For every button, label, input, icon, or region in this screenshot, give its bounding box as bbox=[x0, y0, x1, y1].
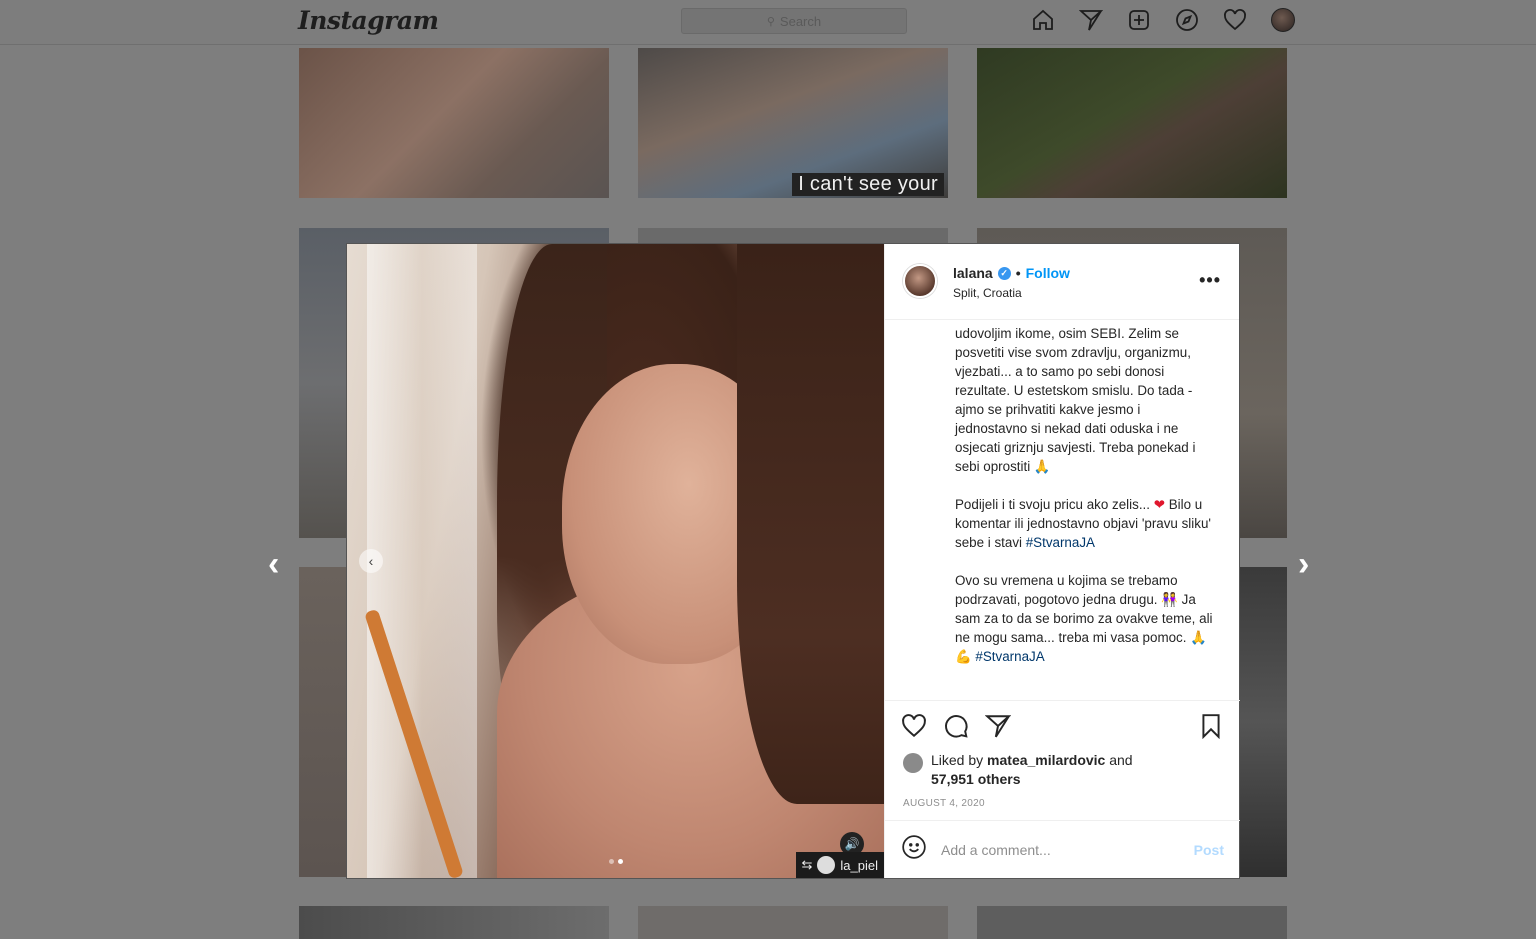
modal-prev-arrow-icon[interactable]: ‹ bbox=[268, 545, 279, 584]
instagram-logo[interactable]: Instagram bbox=[298, 6, 439, 35]
hashtag-link[interactable]: #StvarnaJA bbox=[975, 649, 1044, 664]
grid-tile[interactable] bbox=[977, 48, 1287, 198]
caption-text: Ovo su vremena u kojima se trebamo podrz… bbox=[955, 573, 1178, 607]
media-hair bbox=[737, 244, 884, 804]
home-icon[interactable] bbox=[1030, 7, 1056, 33]
grid-tile[interactable] bbox=[638, 906, 948, 939]
search-input[interactable]: ⚲ Search bbox=[681, 8, 907, 34]
carousel-dots bbox=[609, 859, 623, 864]
search-icon: ⚲ bbox=[766, 15, 775, 28]
likes-prefix: Liked by bbox=[931, 752, 984, 768]
carousel-dot-active bbox=[618, 859, 623, 864]
caption-paragraph: udovoljim ikome, osim SEBI. Zelim se pos… bbox=[955, 324, 1215, 476]
post-modal: ‹ 🔊 ⇆ la_piel lalana ✓ • Follow Split, C… bbox=[347, 244, 1240, 878]
caption-paragraph: Podijeli i ti svoju pricu ako zelis... ❤… bbox=[955, 495, 1215, 552]
new-post-icon[interactable] bbox=[1126, 7, 1152, 33]
like-heart-icon[interactable] bbox=[901, 713, 927, 744]
profile-avatar[interactable] bbox=[1270, 7, 1296, 33]
grid-tile[interactable]: I can't see your bbox=[638, 48, 948, 198]
author-avatar[interactable] bbox=[903, 264, 937, 298]
repost-icon: ⇆ bbox=[801, 857, 813, 872]
carousel-prev-icon[interactable]: ‹ bbox=[359, 549, 383, 573]
post-location[interactable]: Split, Croatia bbox=[953, 286, 1022, 300]
bookmark-icon[interactable] bbox=[1198, 713, 1224, 744]
grid-tile[interactable] bbox=[299, 48, 609, 198]
post-caption: udovoljim ikome, osim SEBI. Zelim se pos… bbox=[955, 324, 1215, 685]
grid-tile[interactable] bbox=[299, 906, 609, 939]
caption-paragraph: Ovo su vremena u kojima se trebamo podrz… bbox=[955, 571, 1215, 666]
post-media[interactable]: ‹ 🔊 ⇆ la_piel bbox=[347, 244, 884, 878]
modal-next-arrow-icon[interactable]: › bbox=[1298, 545, 1309, 584]
grid-tile[interactable] bbox=[977, 906, 1287, 939]
top-nav: Instagram ⚲ Search bbox=[0, 0, 1536, 45]
follow-button[interactable]: Follow bbox=[1026, 265, 1070, 281]
caption-text: udovoljim ikome, osim SEBI. Zelim se pos… bbox=[955, 326, 1196, 474]
more-options-icon[interactable]: ••• bbox=[1199, 270, 1221, 291]
repost-badge: ⇆ la_piel bbox=[795, 852, 884, 878]
likes-text: Liked by matea_milardovic and 57,951 oth… bbox=[931, 751, 1133, 789]
action-buttons bbox=[901, 713, 1012, 744]
activity-heart-icon[interactable] bbox=[1222, 7, 1248, 33]
post-side-panel: lalana ✓ • Follow Split, Croatia ••• udo… bbox=[884, 244, 1240, 878]
direct-icon[interactable] bbox=[1078, 7, 1104, 33]
liker-username[interactable]: matea_milardovic bbox=[987, 752, 1105, 768]
author-row: lalana ✓ • Follow bbox=[953, 265, 1070, 281]
comment-icon[interactable] bbox=[943, 713, 969, 744]
repost-avatar bbox=[817, 856, 836, 874]
post-header: lalana ✓ • Follow Split, Croatia ••• bbox=[885, 244, 1239, 320]
liker-avatar[interactable] bbox=[903, 753, 923, 773]
likes-others-count[interactable]: 57,951 others bbox=[931, 771, 1021, 787]
likes-summary: Liked by matea_milardovic and 57,951 oth… bbox=[903, 751, 1133, 789]
pray-emoji-icon: 🙏 bbox=[1033, 459, 1051, 474]
post-comment-button[interactable]: Post bbox=[1194, 842, 1224, 858]
verified-badge-icon: ✓ bbox=[997, 266, 1011, 280]
explore-icon[interactable] bbox=[1174, 7, 1200, 33]
hashtag-link[interactable]: #StvarnaJA bbox=[1026, 535, 1095, 550]
avatar bbox=[1271, 8, 1295, 32]
heart-emoji-icon: ❤ bbox=[1153, 497, 1165, 512]
tile-overlay-text: I can't see your bbox=[792, 173, 944, 196]
carousel-dot bbox=[609, 859, 614, 864]
search-placeholder: Search bbox=[779, 13, 822, 29]
comment-bar: Add a comment... Post bbox=[885, 820, 1240, 878]
post-date[interactable]: AUGUST 4, 2020 bbox=[903, 798, 985, 809]
women-emoji-icon: 👭 bbox=[1161, 592, 1178, 607]
likes-and: and bbox=[1109, 752, 1133, 768]
comment-input[interactable]: Add a comment... bbox=[941, 842, 1180, 858]
nav-icons bbox=[1030, 7, 1296, 33]
author-username[interactable]: lalana bbox=[953, 265, 993, 281]
share-icon[interactable] bbox=[984, 713, 1012, 744]
caption-text: Podijeli i ti svoju pricu ako zelis... bbox=[955, 497, 1150, 512]
dot-separator: • bbox=[1015, 265, 1021, 281]
repost-username: la_piel bbox=[840, 857, 878, 873]
emoji-smiley-icon[interactable] bbox=[901, 834, 927, 865]
